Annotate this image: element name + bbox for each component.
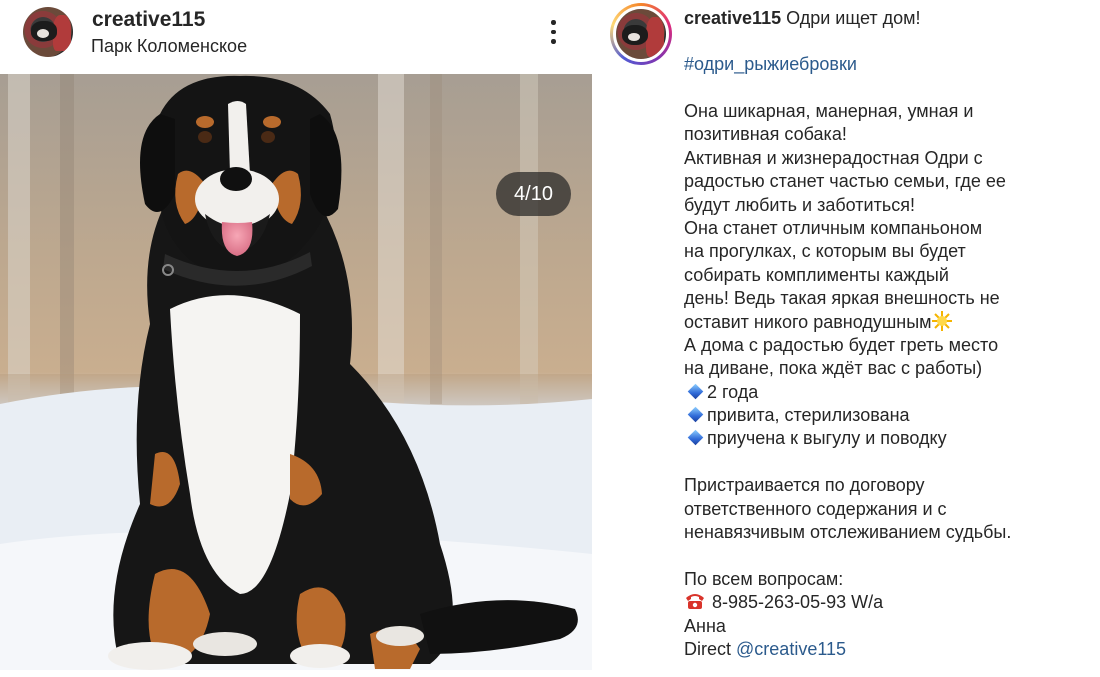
telephone-icon [684, 592, 706, 610]
caption-line: Она шикарная, манерная, умная и [684, 101, 974, 121]
caption-line: Активная и жизнерадостная Одри с [684, 147, 983, 168]
caption-line: будут любить и заботиться! [684, 194, 915, 215]
phone-line: 8-985-263-05-93 W/a [684, 591, 1094, 614]
caption-headline: Одри ищет дом! [786, 8, 921, 28]
photo-counter-badge: 4/10 [496, 172, 571, 216]
adoption-line: ненавязчивым отслеживанием судьбы. [684, 522, 1012, 543]
direct-line: Direct @creative115 [684, 638, 847, 659]
post-username[interactable]: creative115 [92, 8, 205, 32]
caption-header: creative115 Одри ищет дом! [684, 8, 921, 29]
caption-line: Она станет отличным компаньоном [684, 217, 983, 238]
caption-line: оставит никого равнодушным [684, 310, 1094, 334]
caption-username[interactable]: creative115 [684, 8, 781, 28]
direct-handle-link[interactable]: @creative115 [736, 639, 846, 659]
caption-panel: creative115 Одри ищет дом! #одри_рыжиебр… [602, 0, 1100, 677]
phone-number[interactable]: 8-985-263-05-93 W/a [712, 592, 883, 612]
blue-diamond-icon [687, 430, 704, 446]
sun-icon [931, 310, 952, 331]
post-panel: creative115 Парк Коломенское 4/10 [0, 0, 592, 677]
contact-name: Анна [684, 615, 726, 636]
caption-avatar[interactable] [613, 6, 669, 62]
dog-photo-illustration [0, 74, 592, 670]
hashtag-link[interactable]: #одри_рыжиебровки [684, 54, 857, 75]
post-photo[interactable]: 4/10 [0, 74, 592, 670]
fact-item: 2 года [684, 381, 1094, 404]
adoption-line: ответственного содержания и с [684, 498, 947, 519]
more-vertical-icon[interactable] [543, 16, 563, 48]
avatar[interactable] [23, 7, 73, 57]
fact-item: приучена к выгулу и поводку [684, 427, 1094, 450]
blue-diamond-icon [687, 406, 704, 423]
caption-line: собирать комплименты каждый [684, 264, 949, 285]
story-ring[interactable] [610, 3, 672, 65]
adoption-line: Пристраивается по договору [684, 475, 925, 496]
caption-line: А дома с радостью будет греть место [684, 334, 999, 355]
caption-line: на диване, пока ждёт вас с работы) [684, 358, 983, 379]
caption-line: день! Ведь такая яркая внешность не [684, 288, 1000, 309]
fact-item: привита, стерилизована [684, 404, 1094, 427]
post-header: creative115 Парк Коломенское [0, 0, 592, 74]
caption-line: позитивная собака! [684, 124, 847, 145]
caption-line: на прогулках, с которым вы будет [684, 241, 966, 262]
contact-header: По всем вопросам: [684, 568, 844, 589]
caption-text: Она шикарная, манерная, умная и позитивн… [684, 100, 1094, 661]
post-location[interactable]: Парк Коломенское [91, 36, 247, 57]
caption-line: радостью станет частью семьи, где ее [684, 171, 1006, 192]
blue-diamond-icon [687, 383, 704, 399]
